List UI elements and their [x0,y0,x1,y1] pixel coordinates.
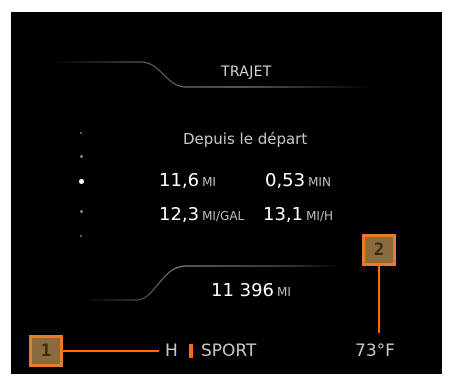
callout-1-marker: 1 [29,335,63,367]
page-dot-active[interactable] [79,179,84,184]
time-value: 0,53 [265,170,306,191]
consumption-stat: 12,3 MI/GAL [159,204,244,225]
section-subtitle: Depuis le départ [183,130,308,148]
callout-1-label: 1 [40,341,52,361]
gear-mode-separator [189,344,193,358]
distance-unit: MI [202,175,216,189]
callout-2-label: 2 [373,240,385,260]
speed-stat: 13,1 MI/H [263,204,333,225]
odometer-unit: MI [276,285,291,299]
page-dot[interactable] [80,210,83,213]
page-dot[interactable] [80,235,82,237]
page-dot[interactable] [80,155,83,158]
page-title: TRAJET [221,64,272,80]
callout-2-marker: 2 [362,234,396,266]
callout-2-leader [378,265,380,333]
odometer: 11 396 MI [211,280,291,301]
page-dot[interactable] [80,132,82,134]
cluster-screen: TRAJET Depuis le départ 11,6 MI 0,53 MIN 1… [11,12,442,374]
consumption-unit: MI/GAL [202,209,245,223]
outside-temperature: 73°F [355,341,395,361]
time-unit: MIN [308,175,331,189]
distance-value: 11,6 [159,170,200,191]
distance-stat: 11,6 MI [159,170,216,191]
speed-unit: MI/H [306,209,334,223]
drive-mode: SPORT [201,341,257,361]
gear-indicator: H [165,341,178,361]
consumption-value: 12,3 [159,204,200,225]
callout-1-leader [63,350,159,352]
odometer-value: 11 396 [211,280,274,301]
time-stat: 0,53 MIN [265,170,331,191]
title-underline [51,61,371,88]
speed-value: 13,1 [263,204,304,225]
